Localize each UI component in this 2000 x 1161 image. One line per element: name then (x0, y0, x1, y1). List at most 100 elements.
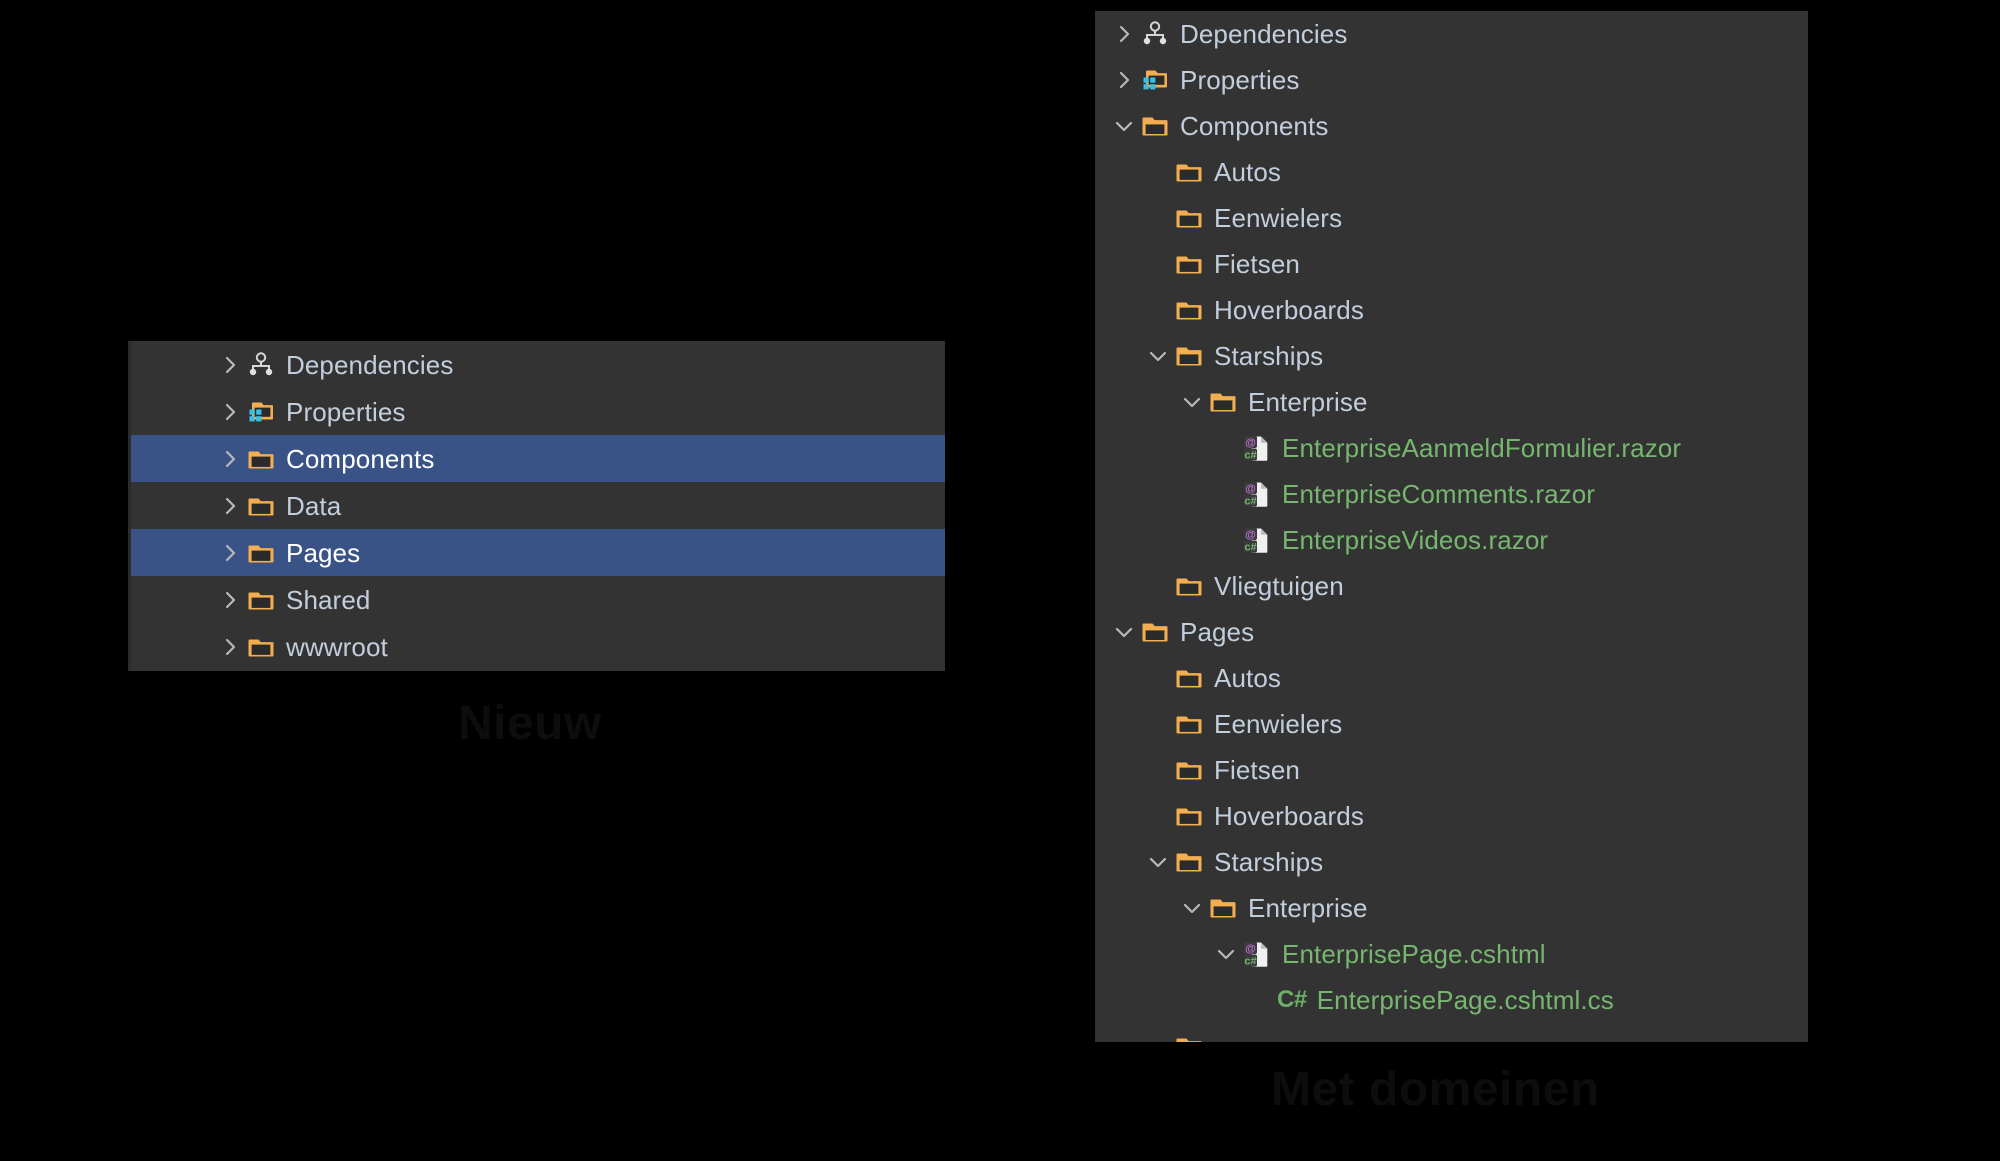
chevron-right-icon[interactable] (217, 634, 243, 660)
caption-domains: Met domeinen (1271, 1063, 1600, 1116)
folder-open-icon (1175, 342, 1205, 370)
tree-row[interactable]: @ c# EnterpriseVideos.razor (1095, 517, 1808, 563)
tree-row[interactable]: Autos (1095, 655, 1808, 701)
svg-text:c#: c# (1244, 956, 1256, 968)
chevron-right-icon[interactable] (217, 446, 243, 472)
tree-row[interactable]: @ c# EnterpriseAanmeldFormulier.razor (1095, 425, 1808, 471)
razor-file-icon: @ c# (1243, 480, 1273, 508)
tree-row[interactable]: @ c# EnterprisePage.cshtml (1095, 931, 1808, 977)
chevron-right-icon[interactable] (217, 399, 243, 425)
tree-row[interactable]: Components (131, 435, 945, 482)
tree-row-label: Hoverboards (1214, 801, 1364, 831)
chevron-right-icon[interactable] (217, 493, 243, 519)
tree-row[interactable]: @ c# EnterpriseComments.razor (1095, 471, 1808, 517)
dependencies-icon (247, 351, 277, 379)
tree-row[interactable]: Components (1095, 103, 1808, 149)
properties-folder-icon (247, 398, 277, 426)
tree-row[interactable]: Pages (131, 529, 945, 576)
tree-row-label: EnterprisePage.cshtml (1282, 939, 1546, 969)
dependencies-icon (1141, 20, 1171, 48)
tree-row[interactable]: Hoverboards (1095, 793, 1808, 839)
tree-row-label: Data (286, 490, 342, 521)
chevron-down-icon[interactable] (1179, 389, 1205, 415)
chevron-down-icon[interactable] (1111, 619, 1137, 645)
tree-row-label: Dependencies (286, 349, 454, 380)
tree-row-label: Vliegtuigen (1214, 571, 1344, 601)
folder-open-icon (1209, 894, 1239, 922)
tree-row[interactable]: Eenwielers (1095, 701, 1808, 747)
tree-row[interactable]: Starships (1095, 333, 1808, 379)
tree-row-label: Eenwielers (1214, 709, 1343, 739)
svg-text:c#: c# (1244, 542, 1256, 554)
folder-icon (1175, 802, 1205, 830)
tree-row[interactable]: Properties (131, 388, 945, 435)
tree-row-label: Hoverboards (1214, 295, 1364, 325)
tree-row[interactable]: Autos (1095, 149, 1808, 195)
folder-icon (1175, 572, 1205, 600)
tree-row-label: Dependencies (1180, 19, 1348, 49)
folder-open-icon (1141, 112, 1171, 140)
svg-text:@: @ (1245, 943, 1256, 955)
folder-icon (1175, 1032, 1205, 1042)
tree-row[interactable]: Starships (1095, 839, 1808, 885)
chevron-right-icon[interactable] (1111, 67, 1137, 93)
folder-icon (247, 633, 277, 661)
tree-row-label: EnterprisePage.cshtml.cs (1316, 985, 1614, 1015)
folder-open-icon (1175, 848, 1205, 876)
razor-file-icon: @ c# (1243, 526, 1273, 554)
tree-row[interactable]: Dependencies (1095, 11, 1808, 57)
tree-row-label: wwwroot (286, 631, 388, 662)
tree-row-label: Starships (1214, 847, 1324, 877)
tree-row-label: Autos (1214, 157, 1281, 187)
svg-text:c#: c# (1244, 450, 1256, 462)
tree-row[interactable]: Fietsen (1095, 747, 1808, 793)
tree-row-label: Enterprise (1248, 893, 1368, 923)
chevron-right-icon[interactable] (217, 540, 243, 566)
tree-row[interactable]: C# EnterprisePage.cshtml.cs (1095, 977, 1808, 1023)
tree-row[interactable]: wwwroot (131, 623, 945, 670)
tree-row[interactable]: Hoverboards (1095, 287, 1808, 333)
folder-icon (1175, 296, 1205, 324)
tree-row[interactable]: Eenwielers (1095, 195, 1808, 241)
svg-text:@: @ (1245, 529, 1256, 541)
folder-icon (1175, 710, 1205, 738)
tree-row[interactable]: Fietsen (1095, 241, 1808, 287)
tree-row[interactable]: Properties (1095, 57, 1808, 103)
tree-row[interactable] (1095, 1023, 1808, 1042)
folder-open-icon (1141, 618, 1171, 646)
tree-row[interactable]: Shared (131, 576, 945, 623)
tree-row-label: Autos (1214, 663, 1281, 693)
tree-row[interactable]: Enterprise (1095, 379, 1808, 425)
folder-open-icon (1209, 388, 1239, 416)
folder-icon (247, 539, 277, 567)
chevron-right-icon[interactable] (217, 352, 243, 378)
tree-row-label: Components (286, 443, 435, 474)
properties-folder-icon (1141, 66, 1171, 94)
chevron-down-icon[interactable] (1111, 113, 1137, 139)
chevron-down-icon[interactable] (1145, 849, 1171, 875)
tree-row[interactable]: Data (131, 482, 945, 529)
chevron-right-icon[interactable] (217, 587, 243, 613)
chevron-right-icon[interactable] (1111, 21, 1137, 47)
tree-row[interactable]: Enterprise (1095, 885, 1808, 931)
solution-explorer-new[interactable]: Dependencies Properties Components Data Page… (128, 341, 945, 671)
razor-file-icon: @ c# (1243, 434, 1273, 462)
tree-row[interactable]: Pages (1095, 609, 1808, 655)
caption-new: Nieuw (458, 697, 602, 750)
svg-text:c#: c# (1244, 496, 1256, 508)
chevron-down-icon[interactable] (1179, 895, 1205, 921)
tree-row-label: Enterprise (1248, 387, 1368, 417)
solution-explorer-domains[interactable]: Dependencies Properties Components Autos Een… (1095, 11, 1808, 1042)
chevron-down-icon[interactable] (1213, 941, 1239, 967)
tree-row-label: Shared (286, 584, 371, 615)
tree-row[interactable]: Vliegtuigen (1095, 563, 1808, 609)
svg-text:@: @ (1245, 483, 1256, 495)
tree-row-label: EnterpriseAanmeldFormulier.razor (1282, 433, 1682, 463)
folder-icon (1175, 158, 1205, 186)
folder-icon (1175, 756, 1205, 784)
chevron-down-icon[interactable] (1145, 343, 1171, 369)
tree-row-label: Components (1180, 111, 1329, 141)
tree-row[interactable]: Dependencies (131, 341, 945, 388)
tree-row-label: Fietsen (1214, 755, 1300, 785)
tree-row-label: EnterpriseComments.razor (1282, 479, 1596, 509)
